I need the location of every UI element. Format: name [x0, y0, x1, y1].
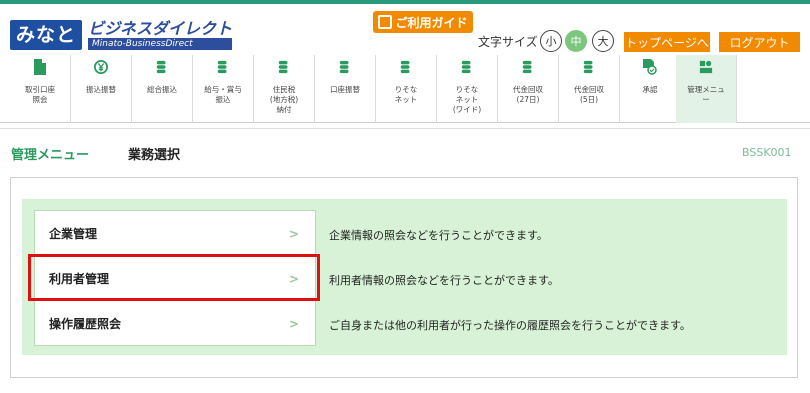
- logo-service-name-en: Minato-BusinessDirect: [88, 38, 233, 50]
- nav-item-collection-5[interactable]: 代金回収 (5日): [559, 55, 620, 123]
- coins-icon: [582, 59, 596, 75]
- menu-item-operation-history[interactable]: 操作履歴照会 >: [35, 301, 315, 346]
- nav-item-collection-27[interactable]: 代金回収 (27日): [498, 55, 559, 123]
- nav-item-resona-net[interactable]: りそな ネット: [376, 55, 437, 123]
- nav-label: 給与・賞与 振込: [204, 85, 242, 104]
- coins-icon: [399, 59, 413, 75]
- logo-main-text: みなと: [10, 20, 83, 50]
- user-guide-label: ご利用ガイド: [395, 15, 468, 30]
- nav-label: 住民税 (地方税) 納付: [269, 85, 299, 114]
- chevron-right-icon: >: [288, 317, 299, 331]
- nav-label: りそな ネット: [394, 85, 418, 104]
- coins-icon: [277, 59, 291, 75]
- page-title: 業務選択: [128, 148, 181, 163]
- nav-item-payroll-transfer[interactable]: 給与・賞与 振込: [193, 55, 254, 123]
- screen-id: BSSK001: [742, 146, 792, 159]
- logo-service-name: ビジネスダイレクト: [88, 19, 233, 38]
- nav-label: 取引口座 照会: [25, 85, 55, 104]
- logo-sub: ビジネスダイレクト Minato-BusinessDirect: [88, 19, 233, 50]
- chevron-right-icon: >: [288, 227, 299, 241]
- nav-label: 口座振替: [330, 85, 360, 94]
- nav-label: 代金回収 (5日): [574, 85, 604, 104]
- yen-icon: [94, 59, 108, 75]
- nav-label: 振込振替: [86, 85, 116, 94]
- guide-book-icon: [378, 15, 393, 29]
- nav-item-account-transfer[interactable]: 口座振替: [315, 55, 376, 123]
- top-page-button[interactable]: トップページへ: [624, 32, 710, 52]
- font-size-small-button[interactable]: 小: [540, 30, 562, 52]
- menu-description-user: 利用者情報の照会などを行うことができます。: [329, 274, 559, 287]
- breadcrumb-admin-menu: 管理メニュー: [11, 148, 90, 163]
- font-size-large-button[interactable]: 大: [592, 30, 614, 52]
- coins-icon: [521, 59, 535, 75]
- menu-item-company-management[interactable]: 企業管理 >: [35, 211, 315, 256]
- nav-label: りそな ネット (ワイド): [452, 85, 482, 114]
- admin-icon: [699, 59, 713, 75]
- coins-icon: [338, 59, 352, 75]
- main-nav: 取引口座 照会 振込振替 総合振込 給与・賞与 振込 住民税 (地方税) 納付 …: [0, 55, 810, 123]
- bank-logo[interactable]: みなと ビジネスダイレクト Minato-BusinessDirect: [10, 19, 233, 50]
- nav-item-approval[interactable]: 承認: [620, 55, 681, 123]
- menu-item-label: 企業管理: [49, 226, 98, 241]
- nav-item-resona-net-wide[interactable]: りそな ネット (ワイド): [437, 55, 498, 123]
- nav-item-resident-tax[interactable]: 住民税 (地方税) 納付: [254, 55, 315, 123]
- font-size-label: 文字サイズ: [478, 35, 538, 49]
- font-size-medium-button[interactable]: 中: [565, 30, 587, 52]
- menu-description-history: ご自身または他の利用者が行った操作の履歴照会を行うことができます。: [329, 319, 691, 332]
- nav-label: 承認: [642, 85, 658, 94]
- nav-label: 管理メニュ ー: [687, 85, 725, 104]
- nav-item-admin-menu[interactable]: 管理メニュ ー: [676, 55, 737, 123]
- coins-icon: [216, 59, 230, 75]
- logout-button[interactable]: ログアウト: [719, 32, 800, 52]
- menu-item-label: 操作履歴照会: [49, 317, 122, 331]
- approval-icon: [643, 59, 657, 75]
- document-icon: [33, 59, 47, 75]
- nav-label: 総合振込: [147, 85, 177, 94]
- nav-item-bulk-transfer[interactable]: 総合振込: [132, 55, 193, 123]
- nav-label: 代金回収 (27日): [513, 85, 543, 104]
- nav-item-transfer[interactable]: 振込振替: [71, 55, 132, 123]
- nav-item-account-inquiry[interactable]: 取引口座 照会: [10, 55, 71, 123]
- top-accent-bar: [0, 0, 810, 4]
- selection-highlight: [28, 254, 320, 301]
- user-guide-button[interactable]: ご利用ガイド: [373, 11, 473, 33]
- coins-icon: [155, 59, 169, 75]
- menu-description-company: 企業情報の照会などを行うことができます。: [329, 229, 548, 242]
- header-divider: [0, 128, 810, 129]
- coins-icon: [460, 59, 474, 75]
